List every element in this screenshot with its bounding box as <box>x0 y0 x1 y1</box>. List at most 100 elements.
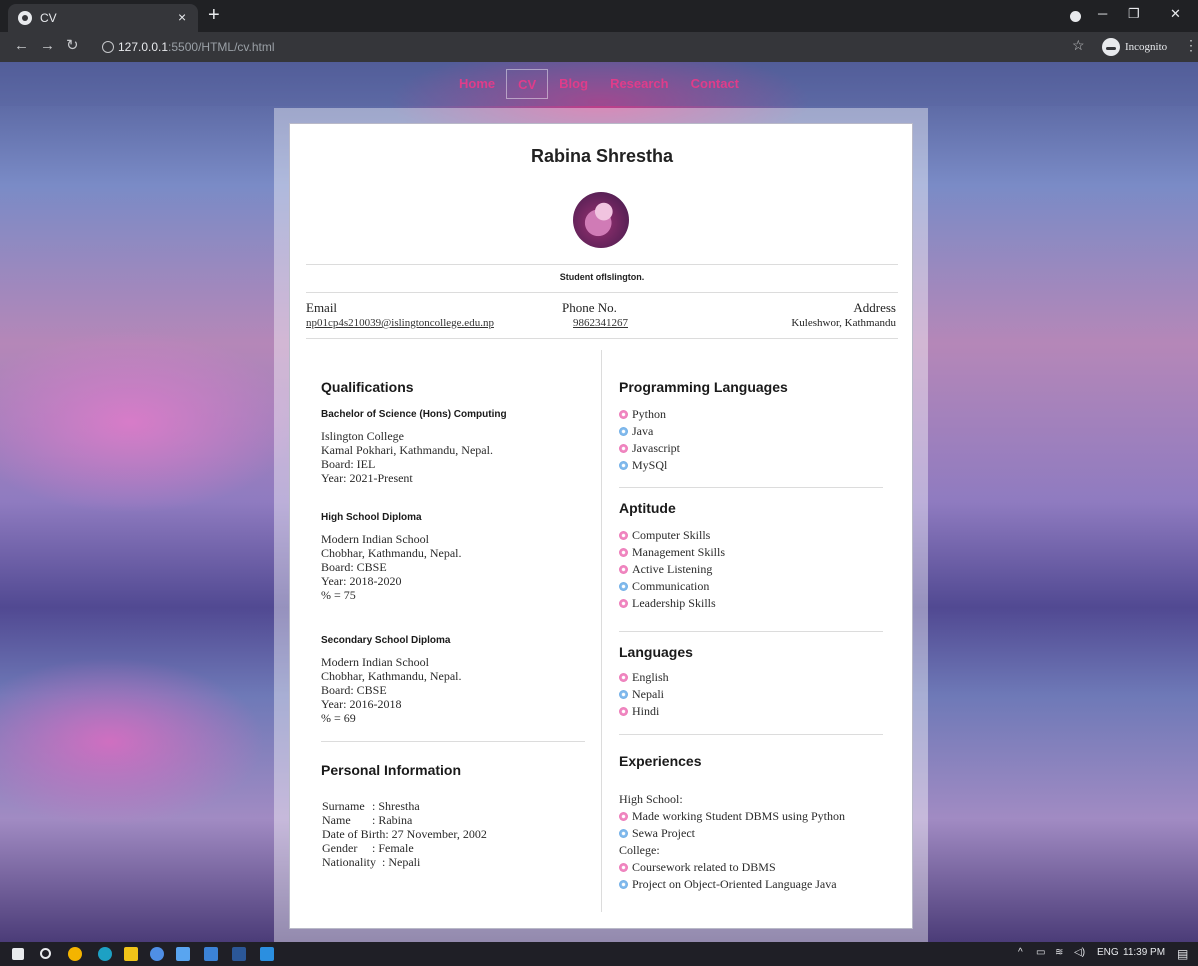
flower-bullet-icon <box>619 548 628 557</box>
flower-bullet-icon <box>619 427 628 436</box>
address-value: Kuleshwor, Kathmandu <box>791 317 896 329</box>
personal-info-row: Date of Birth: 27 November, 2002 <box>322 827 487 841</box>
list-item: Active Listening <box>619 561 725 578</box>
edge-icon[interactable] <box>98 947 112 961</box>
page-viewport: Home CV Blog Research Contact Rabina Shr… <box>0 62 1198 942</box>
nav-contact[interactable]: Contact <box>680 69 750 99</box>
reload-icon[interactable]: ↻ <box>66 38 79 54</box>
tray-chevron-icon[interactable]: ^ <box>1018 947 1023 958</box>
browser-menu-icon[interactable]: ⋮ <box>1184 38 1198 55</box>
incognito-icon <box>1102 38 1120 56</box>
bookmark-star-icon[interactable]: ☆ <box>1072 38 1085 55</box>
divider <box>306 292 898 293</box>
divider <box>619 734 883 735</box>
pi-key: Date of Birth <box>322 827 386 841</box>
windows-start-icon[interactable] <box>12 948 24 960</box>
flower-bullet-icon <box>619 599 628 608</box>
pi-key: Surname <box>322 799 365 813</box>
flower-bullet-icon <box>619 863 628 872</box>
flower-bullet-icon <box>619 582 628 591</box>
pi-value: : 27 November, 2002 <box>385 827 487 841</box>
detail-line: Year: 2016-2018 <box>321 697 402 711</box>
tab-bar: CV × + ─ ❐ ✕ <box>0 0 1198 32</box>
flower-bullet-icon <box>619 690 628 699</box>
address-bar[interactable]: 127.0.0.1:5500/HTML/cv.html <box>92 35 1092 59</box>
list-item: Made working Student DBMS using Python <box>619 808 845 825</box>
programming-languages-list: Python Java Javascript MySQl <box>619 406 680 474</box>
languages-list: English Nepali Hindi <box>619 669 669 720</box>
list-item: Javascript <box>619 440 680 457</box>
app-icon[interactable] <box>176 947 190 961</box>
pi-key: Nationality <box>322 855 376 869</box>
experience-group-label: High School: <box>619 792 683 806</box>
divider <box>619 487 883 488</box>
flower-bullet-icon <box>619 444 628 453</box>
pi-value: : Female <box>372 841 414 855</box>
list-item: Management Skills <box>619 544 725 561</box>
volume-icon[interactable]: ◁) <box>1074 947 1085 958</box>
flower-bullet-icon <box>619 673 628 682</box>
qualification-details: Modern Indian School Chobhar, Kathmandu,… <box>321 532 461 602</box>
search-icon[interactable] <box>40 948 51 959</box>
wifi-icon[interactable]: ≋ <box>1055 947 1063 958</box>
nav-research[interactable]: Research <box>599 69 680 99</box>
list-item: Nepali <box>619 686 669 703</box>
flower-bullet-icon <box>619 410 628 419</box>
languages-heading: Languages <box>619 644 693 660</box>
list-item: Coursework related to DBMS <box>619 859 845 876</box>
os-taskbar: ^ ▭ ≋ ◁) ENG 11:39 PM ▤ <box>0 942 1198 966</box>
detail-line: % = 69 <box>321 711 356 725</box>
flower-bullet-icon <box>619 829 628 838</box>
aptitude-list: Computer Skills Management Skills Active… <box>619 527 725 612</box>
forward-icon[interactable]: → <box>40 38 55 54</box>
personal-info-row: Surname : Shrestha <box>322 799 420 813</box>
detail-line: Chobhar, Kathmandu, Nepal. <box>321 546 462 560</box>
nav-cv[interactable]: CV <box>506 69 549 99</box>
file-explorer-icon[interactable] <box>124 947 138 961</box>
minimize-icon[interactable]: ─ <box>1098 6 1107 21</box>
personal-info-row: Gender: Female <box>322 841 414 855</box>
pi-value: : Shrestha <box>372 799 420 813</box>
browser-toolbar: ← → ↻ 127.0.0.1:5500/HTML/cv.html <box>0 32 1198 62</box>
tagline: Student ofIslington. <box>559 272 645 282</box>
phone-link[interactable]: 9862341267 <box>573 317 628 329</box>
personal-info-heading: Personal Information <box>321 762 462 778</box>
language-indicator[interactable]: ENG <box>1097 947 1119 958</box>
nav-blog[interactable]: Blog <box>548 69 599 99</box>
clock[interactable]: 11:39 PM <box>1123 947 1165 958</box>
list-item: Sewa Project <box>619 825 845 842</box>
list-item: Computer Skills <box>619 527 725 544</box>
chrome-icon[interactable] <box>68 947 82 961</box>
new-tab-icon[interactable]: + <box>208 5 220 25</box>
site-navbar: Home CV Blog Research Contact <box>0 62 1198 106</box>
battery-icon[interactable]: ▭ <box>1036 947 1045 958</box>
qualifications-heading: Qualifications <box>321 379 414 395</box>
list-item: MySQl <box>619 457 680 474</box>
incognito-badge[interactable]: Incognito <box>1102 36 1167 58</box>
pi-value: : Rabina <box>372 813 413 827</box>
restore-icon[interactable]: ❐ <box>1128 6 1140 22</box>
word-icon[interactable] <box>232 947 246 961</box>
site-info-icon[interactable] <box>102 41 114 53</box>
flower-bullet-icon <box>619 707 628 716</box>
close-window-icon[interactable]: ✕ <box>1170 6 1181 22</box>
notifications-icon[interactable]: ▤ <box>1177 947 1188 961</box>
nav-home[interactable]: Home <box>448 69 506 99</box>
divider <box>306 264 898 265</box>
detail-line: Year: 2021-Present <box>321 471 413 485</box>
back-icon[interactable]: ← <box>14 38 29 54</box>
store-icon[interactable] <box>204 947 218 961</box>
close-tab-icon[interactable]: × <box>178 9 186 25</box>
flower-bullet-icon <box>619 880 628 889</box>
vscode-icon[interactable] <box>260 947 274 961</box>
list-item: Hindi <box>619 703 669 720</box>
detail-line: % = 75 <box>321 588 356 602</box>
cv-card: Rabina Shrestha Student ofIslington. Ema… <box>289 123 913 929</box>
pi-value: : Nepali <box>382 855 421 869</box>
email-link[interactable]: np01cp4s210039@islingtoncollege.edu.np <box>306 317 494 329</box>
profile-icon[interactable] <box>1070 11 1081 22</box>
app-icon[interactable] <box>150 947 164 961</box>
programming-languages-heading: Programming Languages <box>619 379 788 395</box>
qualification-title: Secondary School Diploma <box>321 635 451 646</box>
tab-cv[interactable]: CV × <box>8 4 198 32</box>
